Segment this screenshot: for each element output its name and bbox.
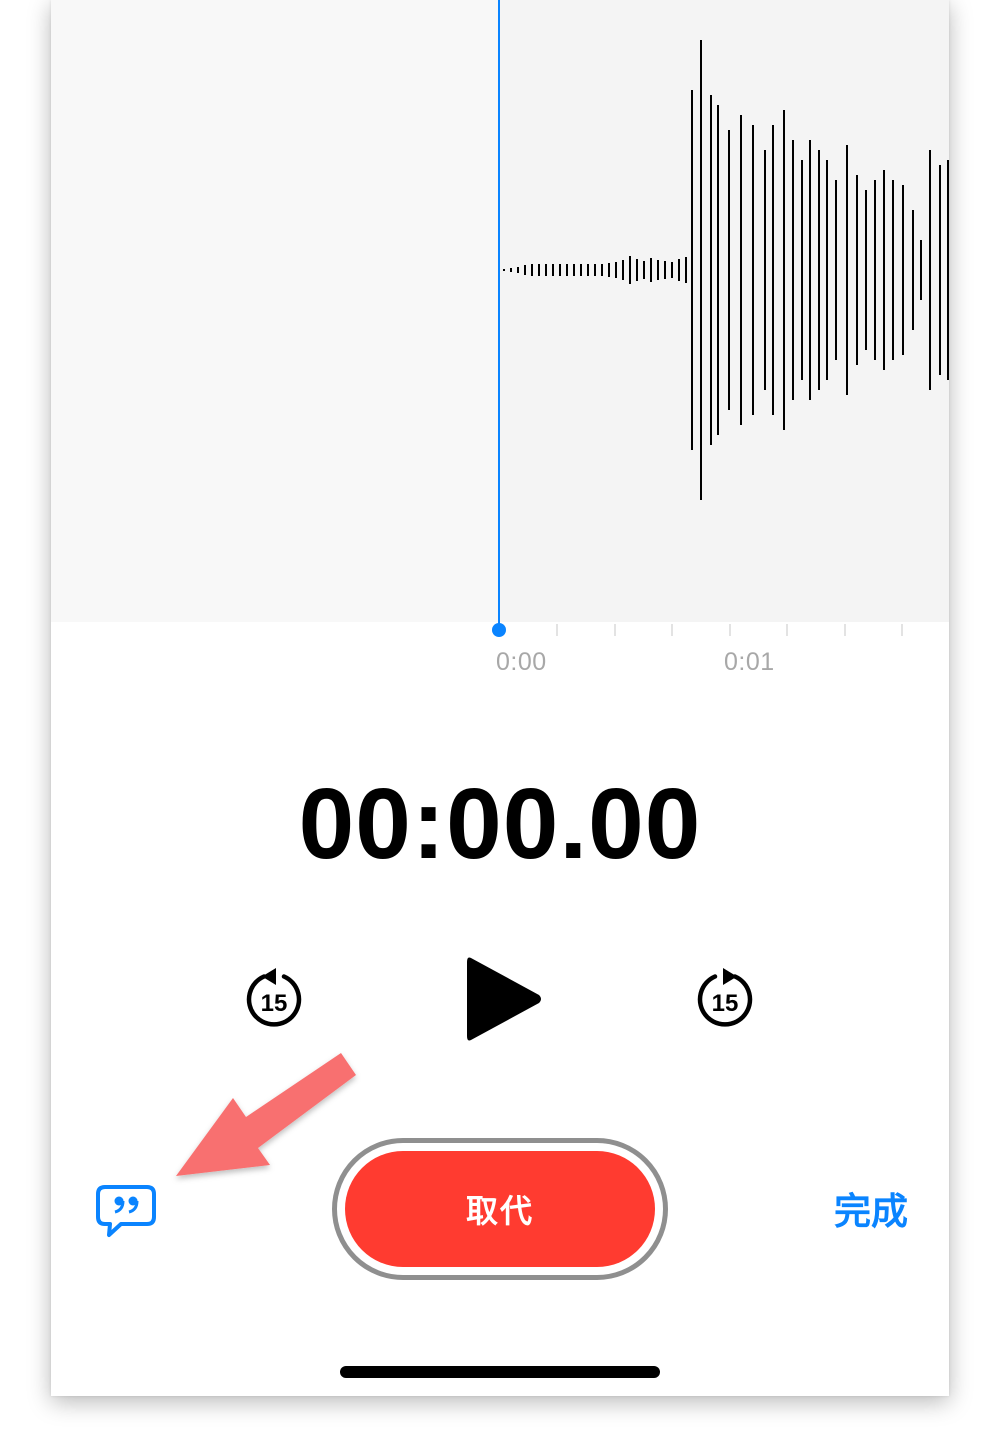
ruler-tick	[786, 624, 788, 636]
rewind-15-icon: 15	[246, 968, 302, 1027]
skip-back-label: 15	[261, 990, 288, 1017]
skip-forward-button[interactable]: 15	[693, 964, 757, 1036]
home-indicator[interactable]	[340, 1366, 660, 1378]
waveform-area[interactable]	[51, 0, 949, 622]
replace-button[interactable]: 取代	[332, 1138, 668, 1280]
playhead-line[interactable]	[498, 0, 500, 630]
transcript-button[interactable]	[95, 1184, 157, 1240]
waveform	[503, 40, 949, 500]
ruler-tick	[671, 624, 673, 636]
ruler-tick	[614, 624, 616, 636]
annotation-arrow-icon	[176, 1053, 356, 1176]
skip-forward-label: 15	[712, 990, 739, 1017]
ruler-tick	[901, 624, 903, 636]
elapsed-time: 00:00.00	[298, 768, 702, 880]
play-button[interactable]	[461, 954, 545, 1044]
ruler-tick	[729, 624, 731, 636]
time-ruler: 0:00 0:01	[51, 622, 949, 682]
skip-back-button[interactable]: 15	[242, 964, 306, 1036]
speech-bubble-quote-icon	[96, 1185, 156, 1237]
play-icon	[467, 957, 541, 1041]
ruler-tick	[556, 624, 558, 636]
forward-15-icon: 15	[697, 968, 753, 1027]
replace-button-label: 取代	[345, 1151, 655, 1267]
done-button[interactable]: 完成	[821, 1186, 921, 1238]
voice-memo-editor: 0:00 0:01 00:00.00 15 15 取代 完成	[51, 0, 949, 1396]
tick-label-1: 0:01	[724, 648, 775, 676]
tick-label-0: 0:00	[496, 648, 547, 676]
ruler-tick	[844, 624, 846, 636]
